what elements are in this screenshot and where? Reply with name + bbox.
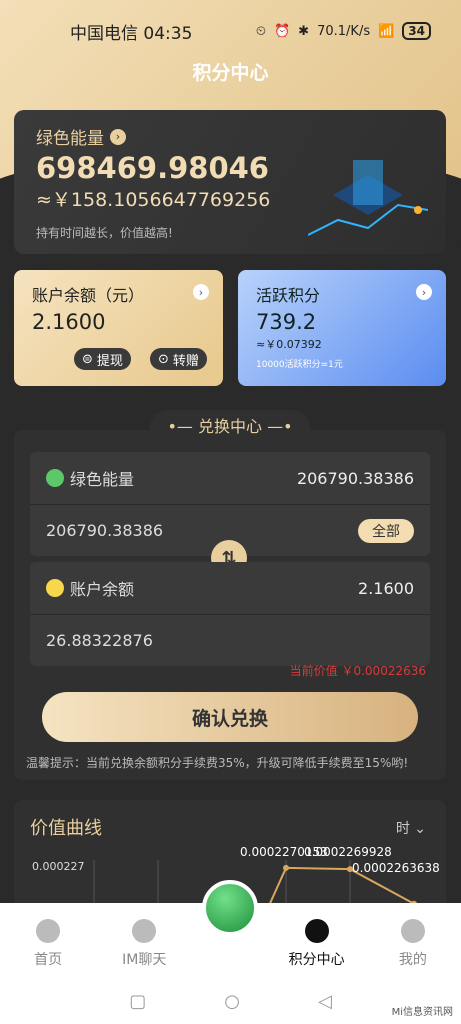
balance-title: 账户余额（元） (32, 286, 145, 305)
nav-mine-label: 我的 (398, 952, 427, 968)
chevron-right-icon[interactable]: › (416, 284, 432, 300)
account-balance-card[interactable]: 账户余额（元） 2.1600 › ⊜ 提现 ⊙ 转赠 (14, 270, 223, 386)
planet-icon (36, 919, 61, 943)
nav-im-label: IM聊天 (122, 952, 167, 968)
page-title: 积分中心 (192, 62, 269, 84)
withdraw-label: 提现 (96, 353, 123, 369)
from-amount-input[interactable]: 206790.38386 (46, 521, 163, 540)
watermark: Mi信息资讯网 (391, 1007, 453, 1018)
balance-coin-icon (46, 579, 64, 597)
exchange-tip: 温馨提示：当前兑换余额积分手续费35%，升级可降低手续费至15%哟! (26, 756, 409, 770)
active-rmb: ≈￥0.07392 (256, 338, 322, 351)
chat-icon (132, 919, 157, 943)
active-value: 739.2 (256, 310, 317, 334)
transfer-button[interactable]: ⊙ 转赠 (150, 348, 207, 370)
nav-im[interactable]: IM聊天 (104, 919, 184, 969)
net-speed: 70.1/K/s (317, 23, 371, 39)
status-bar: 中国电信 04:35 ⏲ ⏰ ✱ 70.1/K/s 📶 34 (0, 0, 461, 62)
withdraw-icon: ⊜ (82, 351, 93, 367)
current-price: 当前价值 ￥0.00022636 (289, 664, 426, 678)
y-tick-label: 0.000227 (32, 860, 85, 873)
battery-icon: 34 (402, 22, 431, 40)
chevron-right-icon[interactable]: › (193, 284, 209, 300)
from-available: 206790.38386 (296, 468, 414, 488)
to-box: 账户余额 2.1600 26.88322876 (30, 562, 430, 666)
nav-home[interactable]: 首页 (8, 919, 88, 969)
nav-points[interactable]: 积分中心 (277, 919, 357, 969)
carrier-time: 中国电信 04:35 (70, 23, 193, 44)
to-available: 2.1600 (358, 578, 414, 598)
wifi-icon: 📶 (378, 23, 395, 39)
data-label-2: 0.0002269928 (304, 845, 392, 859)
active-exchange-rate: 10000活跃积分=1元 (256, 360, 343, 370)
balance-value: 2.1600 (32, 310, 106, 334)
to-label: 账户余额 (70, 580, 135, 599)
to-row: 账户余额 2.1600 (30, 562, 430, 614)
chevron-right-icon[interactable]: › (110, 128, 126, 145)
active-points-card[interactable]: 活跃积分 739.2 ≈￥0.07392 › 10000活跃积分=1元 (238, 270, 446, 386)
nav-home-label: 首页 (34, 952, 63, 968)
active-title: 活跃积分 (256, 286, 321, 305)
green-energy-title: 绿色能量 › (36, 124, 424, 149)
bluetooth-icon: ✱ (298, 23, 310, 39)
green-energy-card[interactable]: 绿色能量 › 698469.98046 ≈￥158.1056647769256 … (14, 110, 446, 254)
transfer-icon: ⊙ (158, 351, 169, 367)
nav-points-label: 积分中心 (288, 952, 345, 968)
points-icon (304, 919, 329, 943)
profile-icon (400, 919, 425, 943)
clock-icon: ⏲ (255, 23, 266, 39)
transfer-label: 转赠 (172, 353, 199, 369)
alarm-icon: ⏰ (273, 23, 291, 39)
to-input-row[interactable]: 26.88322876 (30, 614, 430, 666)
recent-apps-icon[interactable]: ▢ (129, 991, 146, 1012)
green-energy-coin-icon (46, 469, 64, 487)
back-icon[interactable]: ◁ (318, 991, 332, 1012)
exchange-panel: 绿色能量 206790.38386 206790.38386 全部 ⇅ 账户余额… (14, 430, 446, 780)
data-point (283, 864, 289, 871)
data-label-3: 0.0002263638 (352, 861, 440, 875)
to-amount-input[interactable]: 26.88322876 (46, 631, 153, 650)
home-icon[interactable]: ○ (224, 991, 240, 1012)
center-action-button[interactable] (202, 880, 258, 936)
from-label: 绿色能量 (70, 470, 135, 489)
exchange-center-title: •— 兑换中心 —• (150, 410, 310, 444)
from-row: 绿色能量 206790.38386 (30, 452, 430, 504)
withdraw-button[interactable]: ⊜ 提现 (74, 348, 131, 370)
nav-mine[interactable]: 我的 (373, 919, 453, 969)
energy-illustration-icon (308, 160, 428, 236)
all-button[interactable]: 全部 (358, 518, 414, 543)
confirm-exchange-button[interactable]: 确认兑换 (42, 692, 418, 742)
